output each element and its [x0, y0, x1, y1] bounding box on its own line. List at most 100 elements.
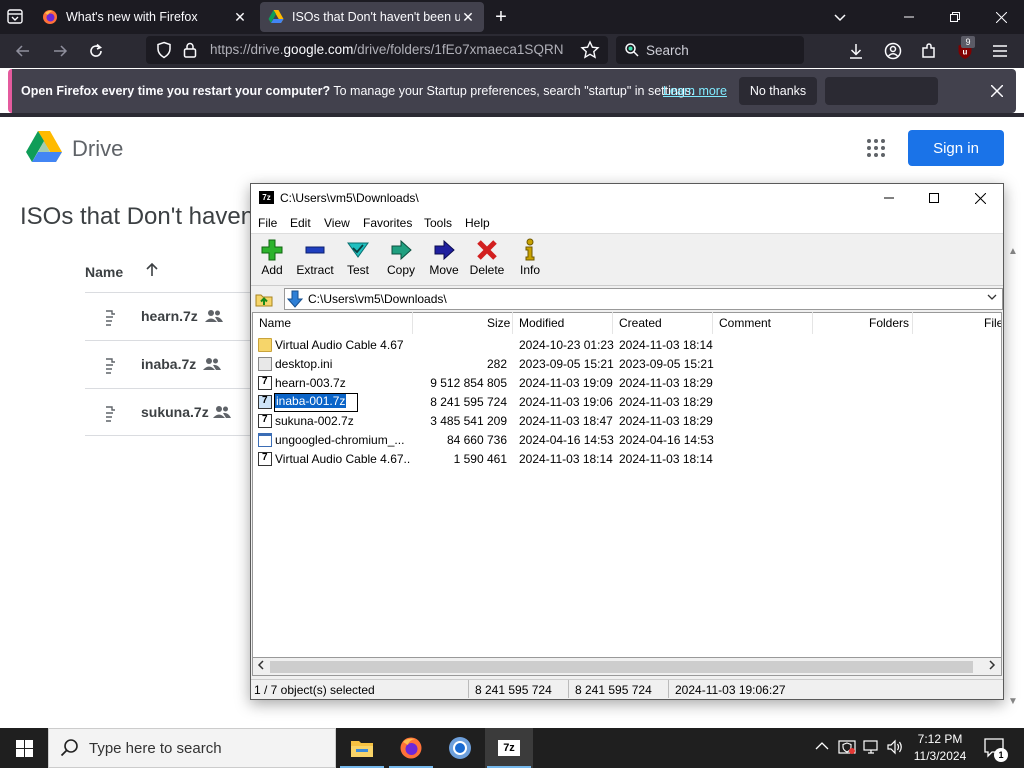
- google-drive-logo-icon[interactable]: [25, 130, 63, 164]
- windows-start-icon[interactable]: [0, 728, 48, 768]
- notification-action-button[interactable]: [825, 77, 938, 105]
- copy-button[interactable]: Copy: [379, 238, 423, 284]
- column-header-folders[interactable]: Folders: [869, 316, 909, 330]
- table-row[interactable]: sukuna-002.7z 3 485 541 209 2024-11-03 1…: [253, 412, 1001, 431]
- ini-file-icon: [258, 357, 272, 371]
- menu-view[interactable]: View: [324, 216, 350, 230]
- back-arrow-icon[interactable]: [10, 39, 36, 63]
- column-divider[interactable]: [612, 312, 613, 334]
- table-row-selected[interactable]: inaba-001.7z 8 241 595 724 2024-11-03 19…: [253, 393, 1001, 412]
- column-header-name[interactable]: Name: [259, 316, 291, 330]
- no-thanks-button[interactable]: No thanks: [739, 77, 817, 105]
- column-header-modified[interactable]: Modified: [519, 316, 564, 330]
- column-header-size[interactable]: Size: [487, 316, 510, 330]
- scroll-right-arrow-icon[interactable]: [988, 660, 996, 670]
- add-button[interactable]: Add: [250, 238, 294, 284]
- folder-title: ISOs that Don't haven: [20, 203, 255, 230]
- new-tab-icon[interactable]: +: [490, 6, 512, 28]
- menu-favorites[interactable]: Favorites: [363, 216, 412, 230]
- 7zip-close-icon[interactable]: [957, 184, 1003, 212]
- drive-file-row[interactable]: hearn.7z: [85, 292, 255, 340]
- extract-button[interactable]: Extract: [293, 238, 337, 284]
- column-divider[interactable]: [412, 312, 413, 334]
- 7zip-app-icon[interactable]: 7z: [259, 191, 274, 204]
- file-size: 9 512 854 805: [430, 376, 507, 390]
- parent-folder-up-icon[interactable]: [255, 290, 273, 308]
- test-label: Test: [346, 263, 369, 277]
- column-divider[interactable]: [912, 312, 913, 334]
- list-all-tabs-icon[interactable]: [6, 8, 26, 26]
- security-shield-tray-icon[interactable]: [838, 738, 856, 756]
- tracking-protection-shield-icon[interactable]: [155, 41, 173, 59]
- page-scroll-up-icon[interactable]: ▲: [1008, 246, 1018, 257]
- notification-message: Open Firefox every time you restart your…: [21, 84, 695, 98]
- page-scroll-down-icon[interactable]: ▼: [1008, 696, 1018, 707]
- sort-arrow-up-icon[interactable]: [145, 262, 159, 278]
- drive-file-row[interactable]: inaba.7z: [85, 340, 255, 388]
- 7zip-taskbar-button[interactable]: 7z: [485, 728, 533, 768]
- table-row[interactable]: hearn-003.7z 9 512 854 805 2024-11-03 19…: [253, 374, 1001, 393]
- menu-help[interactable]: Help: [465, 216, 490, 230]
- volume-tray-icon[interactable]: [886, 738, 904, 756]
- path-dropdown-chevron-icon[interactable]: [987, 293, 997, 301]
- tab-whats-new[interactable]: What's new with Firefox ✕: [34, 2, 256, 32]
- delete-button[interactable]: Delete: [465, 238, 509, 284]
- chromium-taskbar-button[interactable]: [436, 728, 484, 768]
- column-header-created[interactable]: Created: [619, 316, 662, 330]
- firefox-icon: [399, 736, 423, 760]
- drive-file-row[interactable]: sukuna.7z: [85, 388, 255, 436]
- table-row[interactable]: Virtual Audio Cable 4.67 2024-10-23 01:2…: [253, 336, 1001, 355]
- name-column-header[interactable]: Name: [85, 264, 123, 280]
- move-button[interactable]: Move: [422, 238, 466, 284]
- scroll-left-arrow-icon[interactable]: [257, 660, 265, 670]
- close-tab-icon[interactable]: ✕: [232, 9, 248, 25]
- hamburger-menu-icon[interactable]: [987, 39, 1013, 63]
- drive-brand-label[interactable]: Drive: [72, 136, 123, 162]
- account-icon[interactable]: [880, 39, 906, 63]
- show-hidden-icons-chevron-icon[interactable]: [815, 741, 829, 751]
- close-notification-icon[interactable]: [984, 80, 1010, 102]
- network-tray-icon[interactable]: [862, 738, 880, 756]
- menu-edit[interactable]: Edit: [290, 216, 311, 230]
- column-divider[interactable]: [712, 312, 713, 334]
- close-tab-icon[interactable]: ✕: [460, 9, 476, 25]
- file-modified: 2024-04-16 14:53: [519, 433, 614, 447]
- menu-file[interactable]: File: [258, 216, 277, 230]
- minimize-icon[interactable]: [886, 0, 932, 34]
- lock-icon[interactable]: [182, 41, 198, 59]
- extensions-puzzle-icon[interactable]: [916, 39, 942, 63]
- column-header-files[interactable]: Files: [984, 316, 1001, 330]
- restore-icon[interactable]: [932, 0, 978, 34]
- bookmark-star-icon[interactable]: [580, 40, 600, 60]
- table-row[interactable]: ungoogled-chromium_... 84 660 736 2024-0…: [253, 431, 1001, 450]
- google-apps-grid-icon[interactable]: [864, 136, 888, 160]
- learn-more-link[interactable]: Learn more: [663, 84, 727, 98]
- close-window-icon[interactable]: [978, 0, 1024, 34]
- reload-icon[interactable]: [83, 39, 109, 63]
- menu-tools[interactable]: Tools: [424, 216, 452, 230]
- firefox-taskbar-button[interactable]: [387, 728, 435, 768]
- taskbar-clock[interactable]: 7:12 PM 11/3/2024: [906, 731, 974, 765]
- test-button[interactable]: Test: [336, 238, 380, 284]
- tab-drive-folder[interactable]: ISOs that Don't haven't been up ✕: [260, 2, 484, 32]
- url-text[interactable]: https://drive.google.com/drive/folders/1…: [210, 42, 568, 57]
- forward-arrow-icon[interactable]: [47, 39, 73, 63]
- rename-input[interactable]: inaba-001.7z: [274, 393, 358, 412]
- search-bar[interactable]: Search: [616, 36, 804, 64]
- table-row[interactable]: desktop.ini 282 2023-09-05 15:21 2023-09…: [253, 355, 1001, 374]
- table-row[interactable]: Virtual Audio Cable 4.67... 1 590 461 20…: [253, 450, 1001, 469]
- column-divider[interactable]: [512, 312, 513, 334]
- column-divider[interactable]: [812, 312, 813, 334]
- 7zip-maximize-icon[interactable]: [911, 184, 957, 212]
- info-button[interactable]: Info: [508, 238, 552, 284]
- column-header-comment[interactable]: Comment: [719, 316, 771, 330]
- 7zip-minimize-icon[interactable]: [866, 184, 912, 212]
- file-created: 2024-11-03 18:14: [619, 452, 713, 466]
- file-explorer-taskbar-button[interactable]: [338, 728, 386, 768]
- file-size: 282: [486, 357, 507, 371]
- downloads-icon[interactable]: [843, 39, 869, 63]
- horizontal-scroll-thumb[interactable]: [270, 661, 973, 673]
- taskbar-search-box[interactable]: Type here to search: [48, 728, 336, 768]
- chevron-down-icon[interactable]: [832, 9, 848, 25]
- sign-in-button[interactable]: Sign in: [908, 130, 1004, 166]
